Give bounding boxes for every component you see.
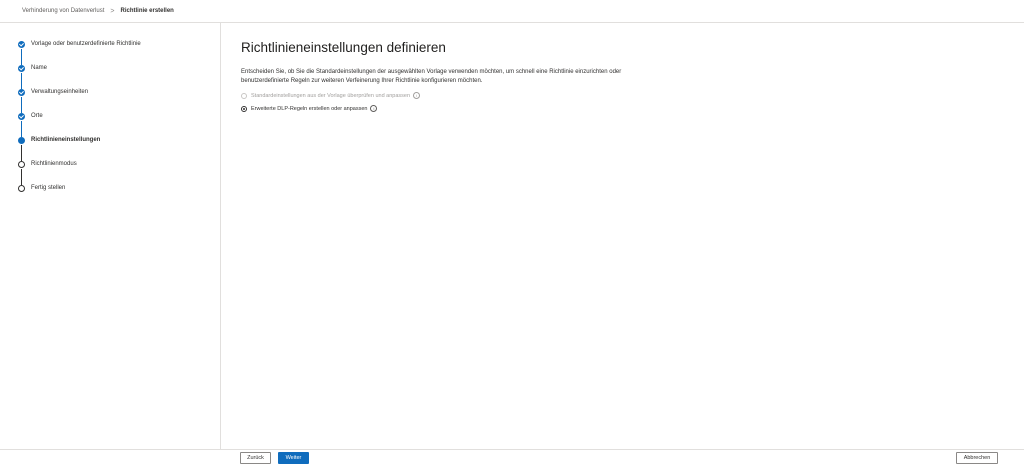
- step-label: Orte: [31, 113, 43, 119]
- next-button[interactable]: Weiter: [278, 452, 309, 464]
- step-connector: [21, 169, 22, 185]
- radio-button[interactable]: [241, 92, 247, 99]
- step-pending-circle-icon: [18, 160, 25, 168]
- main-content: Richtlinieneinstellungen definieren Ents…: [241, 40, 1001, 113]
- step-label: Richtlinienmodus: [31, 161, 77, 167]
- option-default-settings[interactable]: Standardeinstellungen aus der Vorlage üb…: [241, 91, 1001, 100]
- step-finish: Fertig stellen: [18, 184, 65, 192]
- cancel-button[interactable]: Abbrechen: [956, 452, 998, 464]
- step-connector: [21, 73, 22, 89]
- breadcrumb-current: Richtlinie erstellen: [120, 8, 174, 14]
- step-connector: [21, 97, 22, 113]
- step-label: Verwaltungseinheiten: [31, 89, 89, 95]
- option-advanced-dlp-rules[interactable]: Erweiterte DLP-Regeln erstellen oder anp…: [241, 104, 1001, 113]
- step-connector: [21, 145, 22, 161]
- step-label: Name: [31, 65, 48, 71]
- step-complete-check-icon: [18, 88, 25, 96]
- step-template[interactable]: Vorlage oder benutzerdefinierte Richtlin…: [18, 40, 141, 48]
- page-description: Entscheiden Sie, ob Sie die Standardeins…: [241, 69, 622, 84]
- step-label: Richtlinieneinstellungen: [31, 137, 101, 143]
- option-label: Erweiterte DLP-Regeln erstellen oder anp…: [251, 105, 368, 112]
- step-locations[interactable]: Orte: [18, 112, 43, 120]
- breadcrumb: Verhinderung von Datenverlust > Richtlin…: [0, 0, 1024, 23]
- breadcrumb-parent-link[interactable]: Verhinderung von Datenverlust: [22, 8, 104, 14]
- radio-button[interactable]: [241, 105, 247, 112]
- step-label: Fertig stellen: [31, 185, 66, 191]
- info-icon[interactable]: i: [413, 92, 421, 99]
- page-title: Richtlinieneinstellungen definieren: [241, 40, 446, 55]
- step-pending-circle-icon: [18, 184, 25, 192]
- wizard-steps-sidebar: Vorlage oder benutzerdefinierte Richtlin…: [0, 23, 221, 449]
- step-complete-check-icon: [18, 40, 25, 48]
- option-label: Standardeinstellungen aus der Vorlage üb…: [251, 92, 411, 99]
- step-policy-settings[interactable]: Richtlinieneinstellungen: [18, 136, 100, 144]
- step-name[interactable]: Name: [18, 64, 47, 72]
- back-button[interactable]: Zurück: [240, 452, 271, 464]
- step-complete-check-icon: [18, 64, 25, 72]
- info-icon[interactable]: i: [370, 105, 378, 112]
- step-connector: [21, 49, 22, 65]
- step-policy-mode: Richtlinienmodus: [18, 160, 77, 168]
- step-label: Vorlage oder benutzerdefinierte Richtlin…: [31, 41, 141, 47]
- step-current-dot-icon: [18, 136, 25, 144]
- step-connector: [21, 121, 22, 137]
- step-admin-units[interactable]: Verwaltungseinheiten: [18, 88, 88, 96]
- wizard-footer: Zurück Weiter Abbrechen: [0, 449, 1024, 467]
- breadcrumb-separator: >: [110, 7, 115, 15]
- step-complete-check-icon: [18, 112, 25, 120]
